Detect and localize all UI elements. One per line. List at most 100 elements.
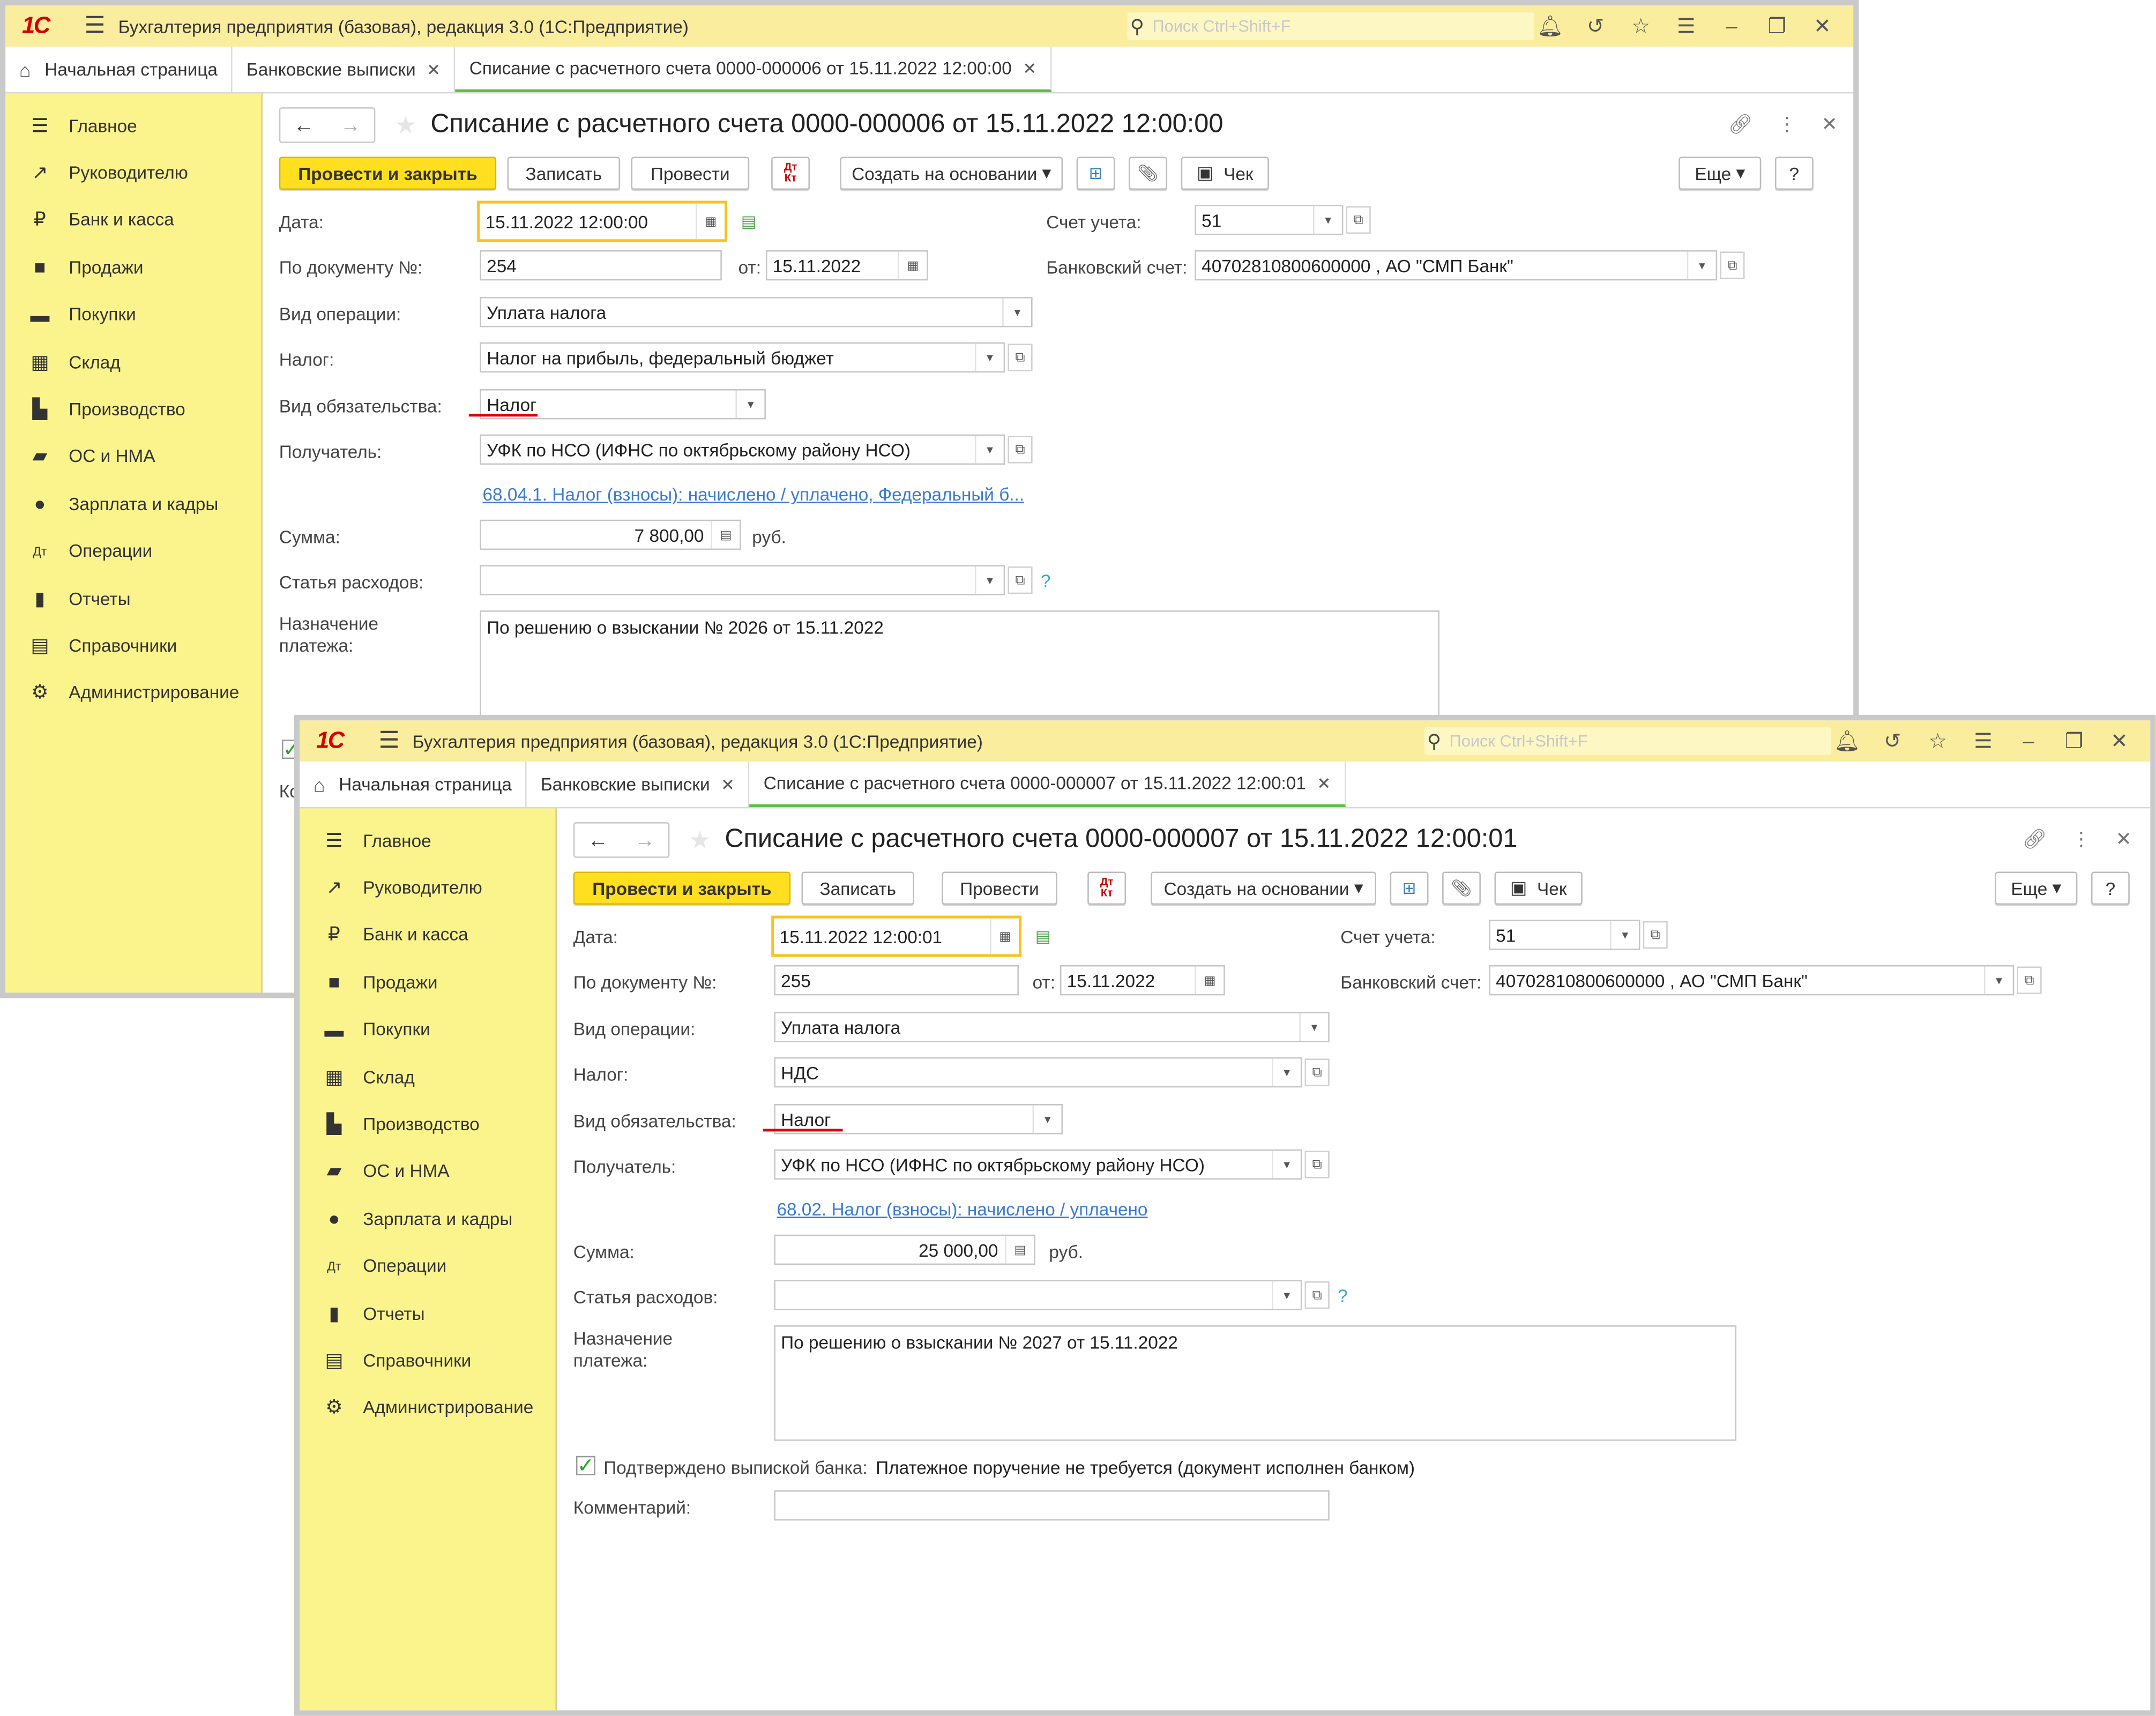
bank-account-select[interactable]: 40702810800600000 , АО "СМП Банк" ▾ xyxy=(1489,965,2015,996)
open-icon[interactable]: ⧉ xyxy=(1304,1151,1330,1178)
tab-document-label: Списание с расчетного счета 0000-000007 … xyxy=(763,772,1306,794)
post-and-close-button[interactable]: Провести и закрыть xyxy=(573,871,791,905)
chevron-down-icon[interactable]: ▾ xyxy=(1610,921,1639,949)
sidebar-item-sales[interactable]: ■ Продажи xyxy=(300,959,555,1006)
date-field[interactable]: 15.11.2022 12:00:01 ▦ xyxy=(771,915,1022,957)
more-vertical-icon[interactable]: ⋮ xyxy=(2071,827,2091,851)
sidebar-item-bank[interactable]: ₽ Банк и касса xyxy=(300,911,555,958)
amount-value: 25 000,00 xyxy=(919,1239,998,1260)
search-input[interactable]: ⚲ Поиск Ctrl+Shift+F xyxy=(1424,727,1832,755)
tax-select[interactable]: НДС ▾ xyxy=(774,1057,1302,1088)
sidebar-item-purchases[interactable]: ▬ Покупки xyxy=(300,1006,555,1053)
page-title: Списание с расчетного счета 0000-000007 … xyxy=(725,825,1518,854)
sidebar-label: Справочники xyxy=(363,1350,472,1371)
sidebar-item-admin[interactable]: ⚙ Администрирование xyxy=(300,1384,555,1431)
tax-label: Налог: xyxy=(573,1064,629,1085)
close-form-icon[interactable]: ✕ xyxy=(2116,827,2132,851)
debit-credit-button[interactable]: Дт Кт xyxy=(1087,871,1127,905)
sidebar-item-salary[interactable]: ● Зарплата и кадры xyxy=(300,1195,555,1242)
search-placeholder: Поиск Ctrl+Shift+F xyxy=(1449,731,1588,751)
close-icon[interactable]: ✕ xyxy=(2097,729,2142,753)
amount-field[interactable]: 25 000,00 ▤ xyxy=(774,1234,1035,1265)
minimize-icon[interactable]: – xyxy=(2006,729,2051,753)
sidebar-item-operations[interactable]: Дт Операции xyxy=(300,1242,555,1289)
calculator-icon[interactable]: ▤ xyxy=(1005,1236,1034,1264)
restore-icon[interactable]: ❐ xyxy=(2051,729,2097,753)
gear-icon: ⚙ xyxy=(325,1396,343,1418)
help-button[interactable]: ? xyxy=(2091,871,2130,905)
sidebar-item-references[interactable]: ▤ Справочники xyxy=(300,1337,555,1384)
sidebar-label: Главное xyxy=(363,830,431,851)
chevron-down-icon[interactable]: ▾ xyxy=(1271,1058,1301,1086)
doc-number-field[interactable]: 255 xyxy=(774,965,1019,996)
obligation-value: Налог xyxy=(781,1108,831,1130)
open-icon[interactable]: ⧉ xyxy=(1304,1281,1330,1309)
tab-close-icon[interactable]: ✕ xyxy=(721,775,735,794)
sidebar-label: Руководителю xyxy=(363,877,482,898)
sidebar-item-manager[interactable]: ↗ Руководителю xyxy=(300,864,555,911)
red-underline-annotation xyxy=(763,1129,843,1132)
open-icon[interactable]: ⧉ xyxy=(1643,921,1668,949)
sidebar-label: Производство xyxy=(363,1114,480,1135)
receipt-icon: ▣ xyxy=(1510,877,1527,898)
chevron-down-icon[interactable]: ▾ xyxy=(1271,1281,1301,1309)
comment-field[interactable] xyxy=(774,1490,1330,1521)
star-icon[interactable]: ☆ xyxy=(1915,729,1961,753)
purpose-textarea[interactable]: По решению о взыскании № 2027 от 15.11.2… xyxy=(774,1325,1737,1441)
operation-select[interactable]: Уплата налога ▾ xyxy=(774,1012,1330,1042)
account-link[interactable]: 68.02. Налог (взносы): начислено / уплач… xyxy=(777,1199,1147,1219)
list-icon: ☰ xyxy=(325,829,343,851)
recipient-select[interactable]: УФК по НСО (ИФНС по октябрьскому району … xyxy=(774,1149,1302,1180)
history-icon[interactable]: ↺ xyxy=(1870,729,1915,753)
more-button[interactable]: Еще ▾ xyxy=(1995,871,2078,905)
create-based-label: Создать на основании xyxy=(1163,878,1349,899)
link-icon[interactable]: 🔗︎ xyxy=(2023,827,2047,851)
post-button[interactable]: Провести xyxy=(942,871,1057,905)
chevron-down-icon[interactable]: ▾ xyxy=(1983,966,2013,994)
structure-icon[interactable]: ⊞ xyxy=(1390,871,1429,905)
tab-bank-statements[interactable]: Банковские выписки ✕ xyxy=(527,762,750,807)
sidebar-item-warehouse[interactable]: ▦ Склад xyxy=(300,1053,555,1100)
sidebar-item-reports[interactable]: ▮ Отчеты xyxy=(300,1289,555,1337)
account-select[interactable]: 51 ▾ xyxy=(1489,920,1640,950)
forward-arrow-icon[interactable]: → xyxy=(622,824,668,857)
recipient-value: УФК по НСО (ИФНС по октябрьскому району … xyxy=(781,1154,1205,1175)
books-icon: ▤ xyxy=(325,1348,344,1371)
calendar-icon[interactable]: ▦ xyxy=(990,918,1019,954)
help-question-icon[interactable]: ? xyxy=(1338,1286,1348,1306)
ruble-coin-icon: ₽ xyxy=(327,923,340,945)
sidebar-label: Банк и касса xyxy=(363,924,468,945)
chevron-down-icon[interactable]: ▾ xyxy=(1271,1151,1301,1178)
operation-value: Уплата налога xyxy=(781,1017,901,1038)
open-icon[interactable]: ⧉ xyxy=(2017,966,2042,994)
expense-select[interactable]: ▾ xyxy=(774,1280,1302,1310)
title-bar: 1С ☰ Бухгалтерия предприятия (базовая), … xyxy=(300,720,2151,762)
open-icon[interactable]: ⧉ xyxy=(1304,1058,1330,1086)
chevron-down-icon[interactable]: ▾ xyxy=(1299,1013,1328,1041)
main-menu-icon[interactable]: ☰ xyxy=(365,727,412,755)
create-based-on-button[interactable]: Создать на основании ▾ xyxy=(1151,871,1376,905)
bank-account-label: Банковский счет: xyxy=(1340,972,1482,993)
doc-number-label: По документу №: xyxy=(573,972,717,993)
tab-home[interactable]: ⌂ Начальная страница xyxy=(300,762,527,807)
doc-date-field[interactable]: 15.11.2022 ▦ xyxy=(1060,965,1225,996)
sidebar-item-main[interactable]: ☰ Главное xyxy=(300,817,555,864)
purpose-value: По решению о взыскании № 2027 от 15.11.2… xyxy=(781,1332,1178,1353)
tab-document[interactable]: Списание с расчетного счета 0000-000007 … xyxy=(750,762,1346,807)
chevron-down-icon[interactable]: ▾ xyxy=(1032,1105,1062,1133)
search-icon: ⚲ xyxy=(1427,729,1442,751)
sidebar-item-assets[interactable]: ▰ ОС и НМА xyxy=(300,1147,555,1195)
save-button[interactable]: Записать xyxy=(801,871,914,905)
debit-credit-icon: Дт xyxy=(327,1259,341,1273)
sidebar-item-production[interactable]: ▙ Производство xyxy=(300,1100,555,1147)
purpose-label: Назначение платежа: xyxy=(573,1328,673,1371)
confirmed-checkbox[interactable]: ✓ xyxy=(576,1454,595,1478)
favorite-star-icon[interactable]: ★ xyxy=(689,826,711,855)
tab-close-icon[interactable]: ✕ xyxy=(1317,773,1331,793)
back-arrow-icon[interactable]: ← xyxy=(575,824,621,857)
bell-icon[interactable]: 🔔︎ xyxy=(1824,729,1870,753)
receipt-button[interactable]: ▣ Чек xyxy=(1494,871,1583,905)
calendar-icon[interactable]: ▦ xyxy=(1195,966,1224,994)
functions-menu-icon[interactable]: ☰ xyxy=(1960,729,2006,753)
paperclip-icon[interactable]: 📎︎ xyxy=(1442,871,1481,905)
